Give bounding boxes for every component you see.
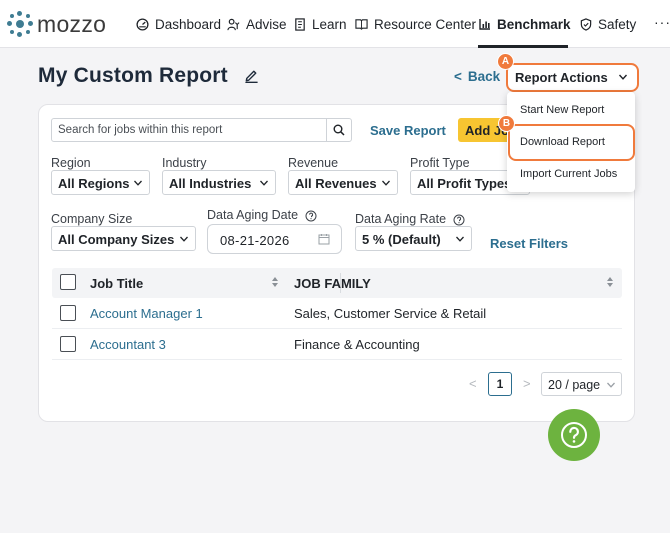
company-size-label: Company Size — [51, 212, 133, 226]
nav-dashboard[interactable]: Dashboard — [136, 0, 221, 48]
chevron-down-icon — [607, 382, 615, 388]
chevron-down-icon — [456, 236, 464, 242]
nav-learn[interactable]: Learn — [294, 0, 347, 48]
dashboard-gauge-icon — [136, 17, 149, 31]
current-page[interactable]: 1 — [488, 372, 512, 396]
page-size-value: 20 / page — [548, 378, 601, 392]
table-row: Account Manager 1 Sales, Customer Servic… — [52, 298, 622, 329]
nav-learn-label: Learn — [312, 16, 347, 32]
nav-resource-center[interactable]: Resource Center — [355, 0, 476, 48]
reset-filters-button[interactable]: Reset Filters — [490, 236, 568, 251]
job-search-input[interactable]: Search for jobs within this report — [51, 118, 352, 142]
save-report-button[interactable]: Save Report — [370, 123, 446, 138]
nav-benchmark-label: Benchmark — [497, 16, 571, 32]
back-chevron-icon: < — [454, 69, 462, 84]
more-menu-icon[interactable]: ··· — [654, 14, 670, 30]
data-aging-rate-text: Data Aging Rate — [355, 212, 447, 226]
data-aging-rate-select[interactable]: 5 % (Default) — [355, 226, 472, 251]
data-aging-rate-label: Data Aging Rate — [355, 212, 465, 226]
search-placeholder: Search for jobs within this report — [58, 124, 223, 136]
company-size-select[interactable]: All Company Sizes — [51, 226, 196, 251]
company-size-value: All Company Sizes — [58, 232, 175, 247]
calendar-icon — [318, 234, 330, 245]
revenue-value: All Revenues — [295, 176, 377, 191]
help-button[interactable] — [548, 409, 600, 461]
nav-safety-label: Safety — [598, 16, 637, 32]
data-aging-date-picker[interactable]: 08-21-2026 — [207, 224, 342, 254]
nav-advise-label: Advise — [246, 16, 287, 32]
download-report-highlight — [508, 124, 635, 161]
job-title-link[interactable]: Accountant 3 — [90, 337, 166, 352]
next-page-button[interactable]: > — [523, 376, 531, 391]
job-family-cell: Finance & Accounting — [294, 337, 420, 352]
row-checkbox[interactable] — [60, 336, 76, 352]
info-icon[interactable] — [305, 210, 317, 222]
data-aging-date-value: 08-21-2026 — [220, 233, 290, 248]
back-link[interactable]: < Back — [454, 69, 500, 84]
sort-icon[interactable] — [606, 276, 614, 288]
region-value: All Regions — [58, 176, 130, 191]
learn-book-icon — [295, 17, 305, 31]
top-navigation: mozzo Dashboard Advise Learn Resource Ce… — [0, 0, 670, 48]
select-all-checkbox[interactable] — [60, 274, 76, 290]
callout-badge-a: A — [497, 53, 514, 70]
data-aging-rate-value: 5 % (Default) — [362, 232, 441, 247]
resource-center-icon — [355, 19, 368, 30]
table-row: Accountant 3 Finance & Accounting — [52, 329, 622, 360]
industry-label: Industry — [162, 156, 207, 170]
column-header-job-family[interactable]: JOB FAMILY — [294, 276, 371, 291]
nav-advise[interactable]: Advise — [227, 0, 287, 48]
industry-select[interactable]: All Industries — [162, 170, 276, 195]
nav-resource-center-label: Resource Center — [374, 16, 477, 32]
table-header: Job Title JOB FAMILY — [52, 268, 622, 298]
page-title: My Custom Report — [38, 64, 228, 87]
brand-name: mozzo — [37, 11, 107, 37]
nav-dashboard-label: Dashboard — [155, 16, 222, 32]
data-aging-date-label: Data Aging Date — [207, 208, 317, 222]
chevron-down-icon — [618, 74, 628, 80]
sort-icon[interactable] — [271, 276, 279, 288]
chevron-down-icon — [134, 180, 142, 186]
job-title-link[interactable]: Account Manager 1 — [90, 306, 203, 321]
row-checkbox[interactable] — [60, 305, 76, 321]
advise-people-icon — [227, 18, 240, 30]
profit-type-value: All Profit Types — [417, 176, 512, 191]
menu-item-import-current-jobs[interactable]: Import Current Jobs — [520, 168, 617, 180]
callout-badge-b: B — [498, 115, 515, 132]
safety-shield-icon — [580, 17, 592, 31]
region-label: Region — [51, 156, 91, 170]
chevron-down-icon — [180, 236, 188, 242]
logo-dots-icon — [7, 11, 33, 37]
column-header-job-title[interactable]: Job Title — [90, 276, 143, 291]
chevron-down-icon — [260, 180, 268, 186]
mozzo-logo[interactable]: mozzo — [7, 11, 106, 37]
revenue-label: Revenue — [288, 156, 339, 170]
industry-value: All Industries — [169, 176, 252, 191]
search-button[interactable] — [326, 119, 351, 141]
report-actions-label: Report Actions — [515, 70, 608, 85]
menu-item-start-new-report[interactable]: Start New Report — [520, 104, 604, 116]
edit-pencil-icon[interactable] — [244, 68, 259, 83]
data-aging-date-text: Data Aging Date — [207, 208, 299, 222]
benchmark-chart-icon — [479, 19, 490, 30]
question-mark-icon — [561, 422, 587, 448]
report-actions-dropdown[interactable]: Report Actions — [506, 63, 639, 92]
nav-safety[interactable]: Safety — [580, 0, 636, 48]
back-label: Back — [467, 69, 501, 84]
region-select[interactable]: All Regions — [51, 170, 150, 195]
search-icon — [333, 124, 345, 136]
profit-type-label: Profit Type — [410, 156, 470, 170]
nav-active-indicator — [478, 45, 568, 48]
chevron-down-icon — [382, 180, 390, 186]
revenue-select[interactable]: All Revenues — [288, 170, 398, 195]
nav-benchmark[interactable]: Benchmark — [479, 0, 571, 48]
job-family-cell: Sales, Customer Service & Retail — [294, 306, 487, 321]
prev-page-button[interactable]: < — [469, 376, 477, 391]
page-size-select[interactable]: 20 / page — [541, 372, 622, 396]
info-icon[interactable] — [453, 214, 465, 226]
